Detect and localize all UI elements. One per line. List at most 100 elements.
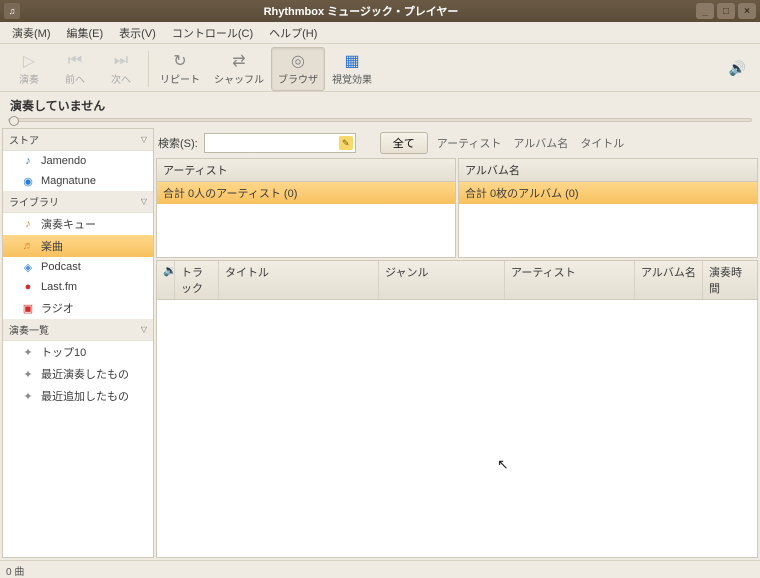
toolbar: ▷ 演奏 ⏮ 前へ ⏭ 次へ ↻ リピート ⇄ シャッフル ◎ ブラウザ ▦ 視… (0, 44, 760, 92)
next-icon: ⏭ (114, 51, 128, 71)
browser-button[interactable]: ◎ ブラウザ (271, 47, 325, 91)
sidebar-item-label: トップ10 (41, 344, 86, 360)
sidebar-item-icon: ♬ (21, 239, 35, 253)
main-content: ストア▽ ♪ Jamendo ◉ Magnatune ライブラリ▽ ♪ 演奏キュー ♬ 楽曲 ◈ Po… (0, 126, 760, 560)
col-time[interactable]: 演奏時間 (703, 261, 757, 299)
col-genre[interactable]: ジャンル (379, 261, 505, 299)
sidebar-item-label: Jamendo (41, 155, 86, 167)
sidebar-item[interactable]: ♬ 楽曲 (3, 235, 153, 257)
menu-control[interactable]: コントロール(C) (166, 23, 259, 43)
artist-column: アーティスト 合計 0人のアーティスト (0) (156, 158, 456, 258)
col-track[interactable]: トラック (175, 261, 219, 299)
menubar: 演奏(M) 編集(E) 表示(V) コントロール(C) ヘルプ(H) (0, 22, 760, 44)
app-icon: ♫ (4, 3, 20, 19)
sidebar-item[interactable]: ✦ トップ10 (3, 341, 153, 363)
collapse-icon[interactable]: ▽ (141, 325, 147, 334)
prev-label: 前へ (65, 71, 85, 86)
prev-icon: ⏮ (68, 51, 82, 71)
play-button[interactable]: ▷ 演奏 (6, 47, 52, 91)
prev-button[interactable]: ⏮ 前へ (52, 47, 98, 91)
sidebar-item[interactable]: ▣ ラジオ (3, 297, 153, 319)
search-all-button[interactable]: 全て (380, 132, 428, 154)
album-column: アルバム名 合計 0枚のアルバム (0) (458, 158, 758, 258)
sidebar-item-icon: ♪ (21, 217, 35, 231)
play-icon: ▷ (23, 51, 35, 71)
col-title[interactable]: タイトル (219, 261, 379, 299)
sidebar-item-label: Podcast (41, 261, 81, 273)
menu-music[interactable]: 演奏(M) (6, 23, 57, 43)
shuffle-button[interactable]: ⇄ シャッフル (207, 47, 271, 91)
filter-album[interactable]: アルバム名 (510, 135, 571, 151)
now-playing: 演奏していません (0, 92, 760, 118)
window-title: Rhythmbox ミュージック・プレイヤー (26, 3, 696, 19)
maximize-button[interactable]: □ (717, 3, 735, 19)
col-album[interactable]: アルバム名 (635, 261, 703, 299)
toolbar-separator (148, 51, 149, 87)
album-total-row[interactable]: 合計 0枚のアルバム (0) (459, 182, 757, 204)
sidebar-item-label: 最近演奏したもの (41, 366, 129, 382)
sidebar-item-icon: ◉ (21, 174, 35, 188)
menu-view[interactable]: 表示(V) (113, 23, 162, 43)
artist-header[interactable]: アーティスト (157, 159, 455, 182)
repeat-icon: ↻ (173, 51, 186, 71)
repeat-button[interactable]: ↻ リピート (153, 47, 207, 91)
sidebar-item-icon: ✦ (21, 345, 35, 359)
sidebar-item[interactable]: ● Last.fm (3, 277, 153, 297)
sidebar-item[interactable]: ♪ 演奏キュー (3, 213, 153, 235)
menu-edit[interactable]: 編集(E) (61, 23, 110, 43)
minimize-button[interactable]: _ (696, 3, 714, 19)
sidebar-item-icon: ● (21, 280, 35, 294)
search-input[interactable] (204, 133, 356, 153)
col-speaker-icon[interactable]: 🔉 (157, 261, 175, 299)
sidebar-item[interactable]: ♪ Jamendo (3, 151, 153, 171)
sidebar-item-label: 演奏キュー (41, 216, 96, 232)
artist-total-row[interactable]: 合計 0人のアーティスト (0) (157, 182, 455, 204)
track-headers: 🔉 トラック タイトル ジャンル アーティスト アルバム名 演奏時間 (157, 261, 757, 300)
sidebar-item[interactable]: ✦ 最近演奏したもの (3, 363, 153, 385)
filter-title[interactable]: タイトル (577, 135, 627, 151)
track-list: 🔉 トラック タイトル ジャンル アーティスト アルバム名 演奏時間 ↖ (156, 260, 758, 558)
sidebar-item[interactable]: ✦ 最近追加したもの (3, 385, 153, 407)
sidebar-item-icon: ♪ (21, 154, 35, 168)
search-bar: 検索(S): ✎ 全て アーティスト アルバム名 タイトル (156, 128, 758, 158)
sidebar-item[interactable]: ◉ Magnatune (3, 171, 153, 191)
visual-label: 視覚効果 (332, 71, 372, 86)
album-header[interactable]: アルバム名 (459, 159, 757, 182)
close-button[interactable]: × (738, 3, 756, 19)
sidebar-item[interactable]: ◈ Podcast (3, 257, 153, 277)
browser-label: ブラウザ (278, 71, 318, 86)
next-button[interactable]: ⏭ 次へ (98, 47, 144, 91)
clear-search-icon[interactable]: ✎ (339, 136, 353, 150)
menu-help[interactable]: ヘルプ(H) (263, 23, 323, 43)
track-body: ↖ (157, 300, 757, 557)
filter-artist[interactable]: アーティスト (434, 135, 505, 151)
sidebar-group-header[interactable]: 演奏一覧▽ (3, 319, 153, 341)
sidebar-item-icon: ✦ (21, 367, 35, 381)
volume-icon[interactable]: 🔊 (729, 60, 754, 77)
col-artist[interactable]: アーティスト (505, 261, 635, 299)
collapse-icon[interactable]: ▽ (141, 135, 147, 144)
shuffle-icon: ⇄ (232, 51, 245, 71)
cursor-icon: ↖ (497, 456, 509, 473)
sidebar-item-label: ラジオ (41, 300, 74, 316)
sidebar-group-header[interactable]: ライブラリ▽ (3, 191, 153, 213)
visual-button[interactable]: ▦ 視覚効果 (325, 47, 379, 91)
sidebar: ストア▽ ♪ Jamendo ◉ Magnatune ライブラリ▽ ♪ 演奏キュー ♬ 楽曲 ◈ Po… (2, 128, 154, 558)
progress-knob[interactable] (9, 116, 19, 126)
sidebar-item-icon: ✦ (21, 389, 35, 403)
sidebar-item-label: Magnatune (41, 175, 96, 187)
repeat-label: リピート (160, 71, 200, 86)
sidebar-item-label: 楽曲 (41, 238, 63, 254)
sidebar-group-header[interactable]: ストア▽ (3, 129, 153, 151)
progress-bar[interactable] (0, 118, 760, 126)
collapse-icon[interactable]: ▽ (141, 197, 147, 206)
search-label: 検索(S): (158, 135, 198, 151)
sidebar-item-label: Last.fm (41, 281, 77, 293)
sidebar-item-label: 最近追加したもの (41, 388, 129, 404)
play-label: 演奏 (19, 71, 39, 86)
sidebar-item-icon: ◈ (21, 260, 35, 274)
sidebar-item-icon: ▣ (21, 301, 35, 315)
shuffle-label: シャッフル (214, 71, 264, 86)
statusbar: 0 曲 (0, 560, 760, 578)
next-label: 次へ (111, 71, 131, 86)
